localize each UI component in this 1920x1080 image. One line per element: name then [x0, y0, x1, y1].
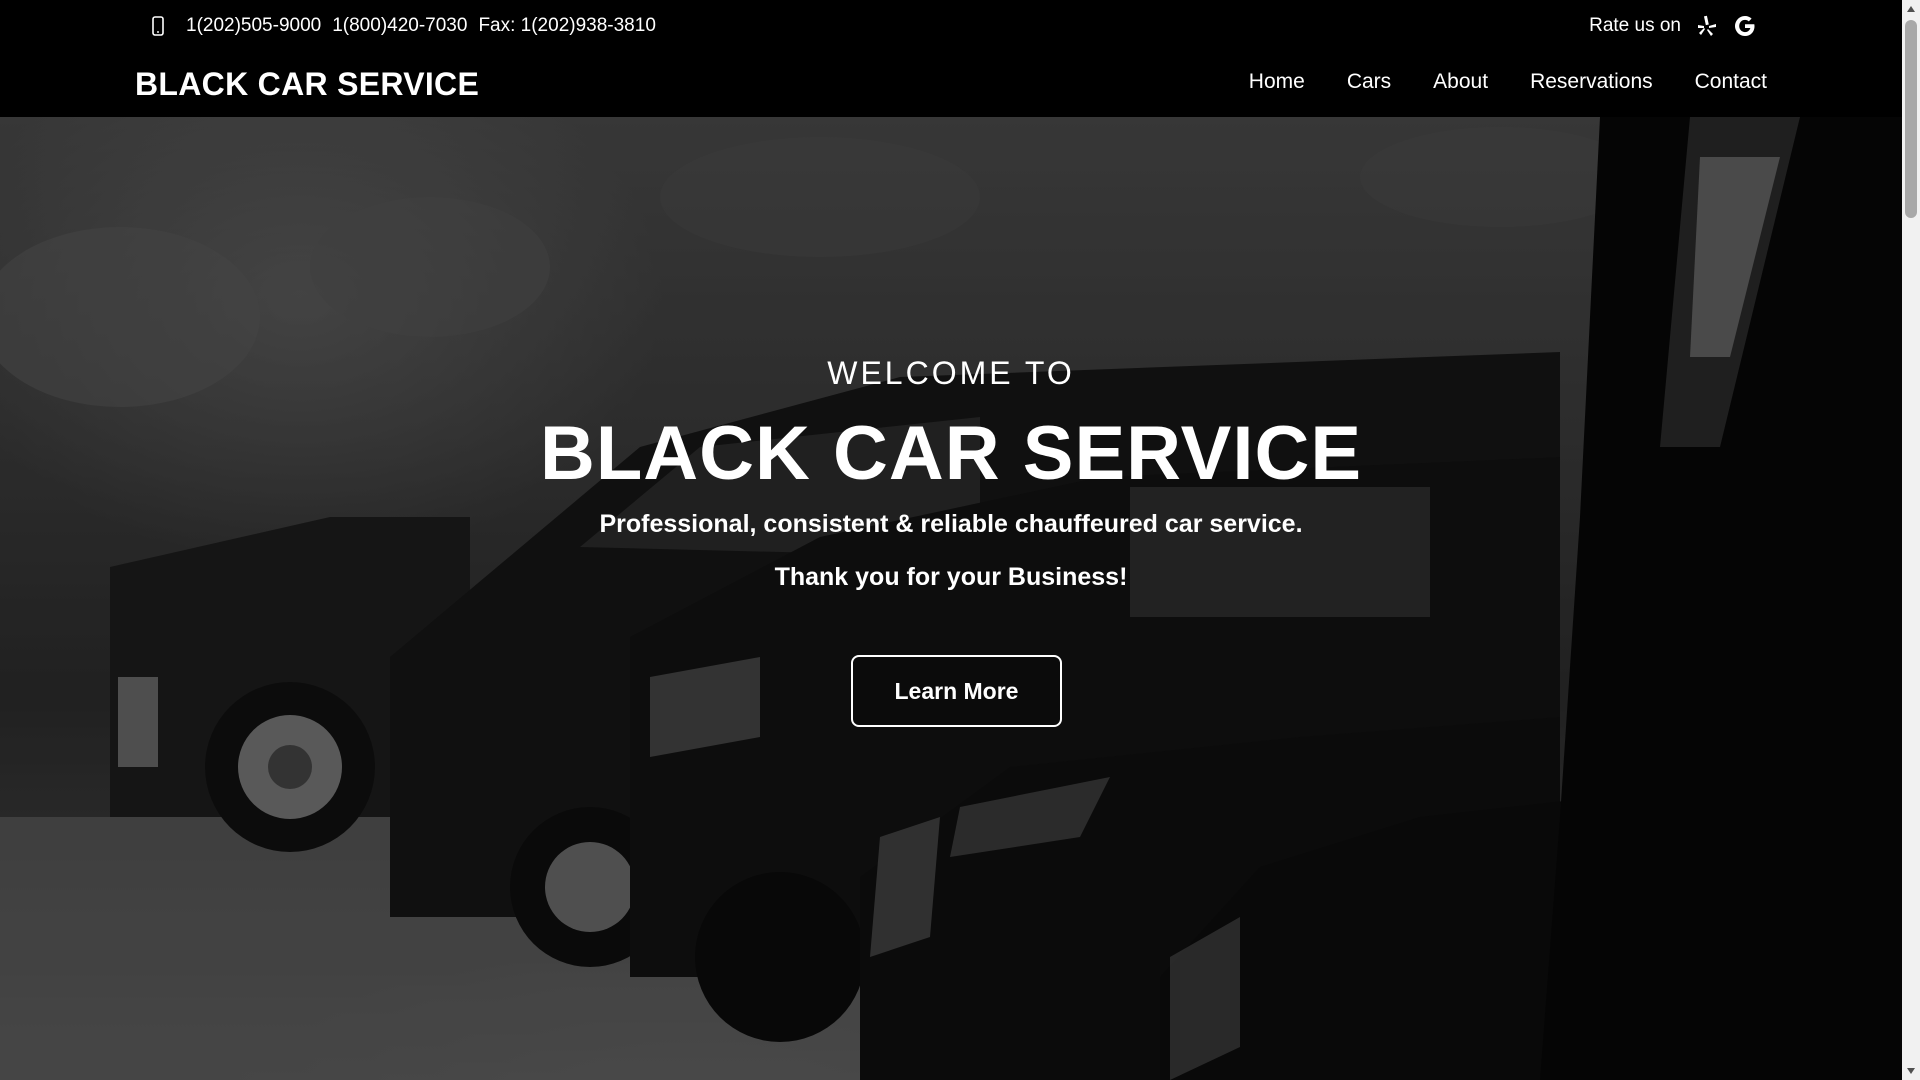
- hero-title: BLACK CAR SERVICE: [539, 411, 1363, 496]
- contact-info: 1(202)505-9000 1(800)420-7030 Fax: 1(202…: [152, 14, 667, 38]
- vertical-scrollbar[interactable]: [1902, 0, 1920, 1080]
- hero-tagline: Professional, consistent & reliable chau…: [599, 510, 1303, 538]
- scrollbar-thumb[interactable]: [1905, 20, 1917, 218]
- phone-number-tollfree[interactable]: 1(800)420-7030: [332, 15, 467, 37]
- google-icon[interactable]: [1733, 14, 1757, 38]
- nav-item-cars[interactable]: Cars: [1347, 70, 1391, 94]
- top-contact-bar: 1(202)505-9000 1(800)420-7030 Fax: 1(202…: [0, 0, 1902, 52]
- brand-logo[interactable]: BLACK CAR SERVICE: [135, 66, 479, 103]
- phone-number-main[interactable]: 1(202)505-9000: [186, 15, 321, 37]
- main-navbar: BLACK CAR SERVICE Home Cars About Reserv…: [0, 52, 1902, 117]
- nav-item-about[interactable]: About: [1433, 70, 1488, 94]
- scroll-down-arrow-icon[interactable]: [1902, 1062, 1920, 1080]
- hero-thanks: Thank you for your Business!: [774, 563, 1128, 591]
- nav-menu: Home Cars About Reservations Contact: [1207, 70, 1767, 94]
- rate-us-label: Rate us on: [1589, 15, 1681, 36]
- hero-dark-overlay: [0, 117, 1902, 1080]
- yelp-icon[interactable]: [1697, 15, 1717, 37]
- hero-section: WELCOME TO BLACK CAR SERVICE Professiona…: [0, 117, 1902, 1080]
- scroll-up-arrow-icon[interactable]: [1902, 0, 1920, 18]
- phone-icon: [152, 16, 164, 36]
- site-header: 1(202)505-9000 1(800)420-7030 Fax: 1(202…: [0, 0, 1902, 117]
- nav-item-contact[interactable]: Contact: [1695, 70, 1767, 94]
- rate-us: Rate us on: [1589, 12, 1757, 40]
- learn-more-button[interactable]: Learn More: [851, 655, 1062, 727]
- nav-item-home[interactable]: Home: [1249, 70, 1305, 94]
- fax-number: Fax: 1(202)938-3810: [478, 15, 656, 36]
- hero-welcome-text: WELCOME TO: [827, 355, 1075, 391]
- page: 1(202)505-9000 1(800)420-7030 Fax: 1(202…: [0, 0, 1902, 1080]
- nav-item-reservations[interactable]: Reservations: [1530, 70, 1653, 94]
